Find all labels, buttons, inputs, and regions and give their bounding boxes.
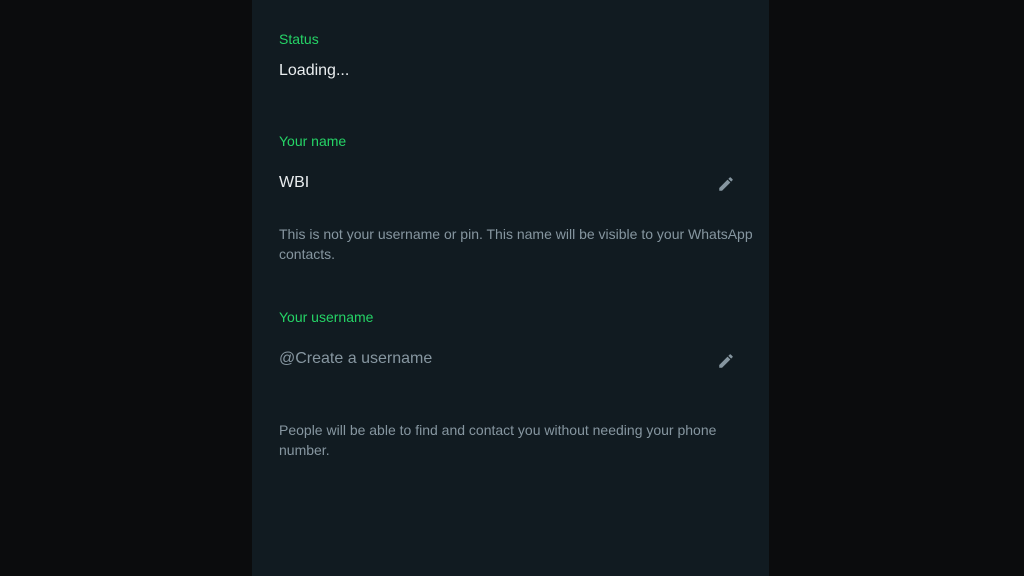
status-label: Status (279, 31, 319, 47)
screen: Status Loading... Your name WBI This is … (0, 0, 1024, 576)
username-label: Your username (279, 309, 374, 325)
edit-username-button[interactable] (714, 349, 738, 373)
pencil-icon (719, 354, 733, 368)
edit-name-button[interactable] (714, 172, 738, 196)
name-value[interactable]: WBI (279, 173, 309, 193)
username-field[interactable]: @Create a username (279, 349, 432, 369)
pencil-icon (719, 177, 733, 191)
name-help-text: This is not your username or pin. This n… (279, 226, 753, 262)
profile-panel: Status Loading... Your name WBI This is … (252, 0, 769, 576)
username-prefix: @ (279, 350, 296, 367)
name-label: Your name (279, 133, 347, 149)
status-value[interactable]: Loading... (279, 61, 349, 81)
username-placeholder: Create a username (295, 350, 433, 367)
username-help-text: People will be able to find and contact … (279, 422, 717, 458)
